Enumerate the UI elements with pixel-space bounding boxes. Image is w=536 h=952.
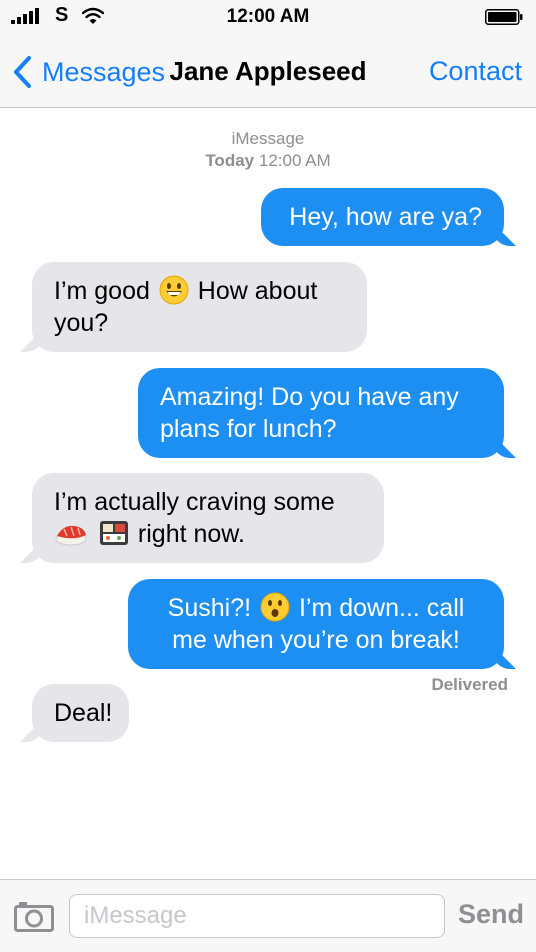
chevron-left-icon	[14, 56, 31, 88]
message-text: I’m good	[54, 277, 150, 305]
message-text: How about	[197, 277, 318, 305]
back-button[interactable]: Messages	[12, 52, 165, 92]
message-bubble-incoming[interactable]: Deal!	[32, 684, 129, 742]
navigation-bar: Messages Jane Appleseed Contact	[0, 36, 536, 108]
status-bar: S 12:00 AM	[0, 0, 536, 36]
thread-day: Today	[205, 151, 255, 170]
grinning-face-emoji-icon	[159, 275, 189, 305]
message-bubble-incoming[interactable]: I’m actually craving some right now.	[32, 473, 384, 563]
message-bubble-outgoing[interactable]: Hey, how are ya?	[261, 188, 504, 246]
thread-timestamp: Today 12:00 AM	[0, 150, 536, 172]
message-composer: Send	[0, 879, 536, 952]
message-bubble-outgoing[interactable]: Amazing! Do you have any plans for lunch…	[138, 368, 504, 458]
send-button[interactable]: Send	[458, 899, 524, 930]
message-text: Hey, how are ya?	[289, 203, 482, 231]
message-line: I’m actually craving some	[54, 488, 335, 516]
status-time: 12:00 AM	[226, 6, 310, 27]
thread-time: 12:00 AM	[258, 151, 331, 170]
message-line: plans for lunch?	[160, 415, 337, 443]
message-line: Sushi?! I’m down... call	[150, 592, 482, 624]
battery-icon	[485, 9, 523, 25]
message-line: me when you’re on break!	[172, 626, 460, 654]
back-button-label: Messages	[42, 56, 166, 87]
message-line: Amazing! Do you have any	[160, 383, 459, 411]
contact-button[interactable]: Contact	[429, 56, 522, 87]
message-text: Sushi?!	[167, 594, 252, 622]
bento-box-emoji-icon	[99, 521, 128, 546]
thread-header: iMessage Today 12:00 AM	[0, 128, 536, 172]
camera-icon[interactable]	[14, 900, 54, 932]
service-label: iMessage	[231, 129, 305, 148]
message-input[interactable]	[69, 894, 445, 938]
message-text: Deal!	[54, 699, 113, 727]
message-line: I’m good How about	[54, 275, 345, 307]
message-text: I’m down... call	[298, 594, 465, 622]
message-text: right now.	[137, 520, 245, 548]
sushi-emoji-icon	[55, 526, 87, 546]
message-line: right now.	[54, 518, 362, 550]
message-bubble-outgoing[interactable]: Sushi?! I’m down... call me when you’re …	[128, 579, 504, 669]
message-line: you?	[54, 309, 109, 337]
delivery-status: Delivered	[431, 675, 508, 694]
message-bubble-incoming[interactable]: I’m good How about you?	[32, 262, 367, 352]
astonished-face-emoji-icon	[260, 592, 290, 622]
